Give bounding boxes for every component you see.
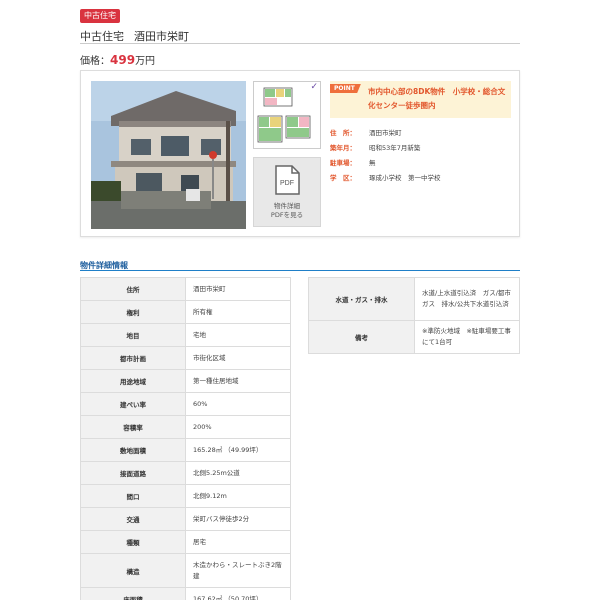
detail-value: 167.62㎡ （50.70坪） (185, 587, 291, 600)
summary-value: 無 (369, 159, 376, 167)
detail-key: 用途地域 (80, 369, 186, 393)
detail-key: 住所 (80, 277, 186, 301)
pdf-download-button[interactable]: PDF 物件詳細 PDFを見る (253, 157, 321, 227)
details-table-left: 住所 酒田市栄町 権利 所有権 地目 宅地 都市計画 市街化区域 用途地域 第一種住居地域 建ぺい率… (80, 277, 291, 600)
summary-value: 昭和53年7月新築 (369, 144, 421, 152)
pdf-icon: PDF (275, 165, 300, 195)
price-unit: 万円 (135, 56, 156, 67)
detail-value: 所有権 (185, 300, 291, 324)
price-label: 価格： (80, 56, 110, 67)
table-row: 床面積 167.62㎡ （50.70坪） (80, 587, 291, 600)
detail-value: 水道/上水道引込済 ガス/都市ガス 排水/公共下水道引込済 (414, 277, 520, 321)
table-row: 種類 居宅 (80, 530, 291, 554)
page-title: 中古住宅 酒田市栄町 (80, 28, 189, 44)
summary-key: 学 区： (330, 174, 356, 182)
detail-key: 敷地面積 (80, 438, 186, 462)
details-table-right: 水道・ガス・排水 水道/上水道引込済 ガス/都市ガス 排水/公共下水道引込済 備考 ※… (308, 277, 520, 354)
detail-key: 接面道路 (80, 461, 186, 485)
summary-key: 駐車場： (330, 159, 356, 167)
detail-value: 北側5.25m公道 (185, 461, 291, 485)
table-row: 水道・ガス・排水 水道/上水道引込済 ガス/都市ガス 排水/公共下水道引込済 (308, 277, 520, 321)
property-summary-card: ✓ PDF 物件詳細 PDFを見る POINT 市内中心部の8DK物件 小学校・… (80, 70, 520, 237)
table-row: 地目 宅地 (80, 323, 291, 347)
point-tag: POINT (330, 84, 361, 93)
detail-value: 第一種住居地域 (185, 369, 291, 393)
pdf-button-line2: PDFを見る (270, 211, 304, 219)
detail-key: 都市計画 (80, 346, 186, 370)
summary-row-address: 住 所： 酒田市栄町 (330, 126, 511, 141)
detail-value: 60% (185, 392, 291, 416)
detail-value: 栄町バス停徒歩2分 (185, 507, 291, 531)
detail-key: 交通 (80, 507, 186, 531)
table-row: 間口 北側9.12m (80, 484, 291, 508)
detail-key: 備考 (308, 320, 415, 354)
title-divider (80, 43, 520, 44)
detail-key: 種類 (80, 530, 186, 554)
price: 価格：499万円 (80, 52, 155, 67)
detail-value: 200% (185, 415, 291, 439)
detail-key: 地目 (80, 323, 186, 347)
detail-value: 宅地 (185, 323, 291, 347)
check-icon: ✓ (310, 82, 318, 92)
table-row: 敷地面積 165.28㎡ （49.99坪） (80, 438, 291, 462)
detail-value: 木造かわら・スレートぶき2階建 (185, 553, 291, 588)
table-row: 備考 ※準防火地域 ※駐車場要工事にて1台可 (308, 320, 520, 354)
summary-row-built: 築年月： 昭和53年7月新築 (330, 141, 511, 156)
detail-value: 市街化区域 (185, 346, 291, 370)
category-badge: 中古住宅 (80, 9, 120, 23)
detail-key: 間口 (80, 484, 186, 508)
detail-key: 水道・ガス・排水 (308, 277, 415, 321)
table-row: 容積率 200% (80, 415, 291, 439)
pdf-button-line1: 物件詳細 (274, 202, 300, 210)
summary-key: 住 所： (330, 129, 356, 137)
point-text: 市内中心部の8DK物件 小学校・総合文化センター徒歩圏内 (368, 87, 506, 110)
summary-info: 住 所： 酒田市栄町 築年月： 昭和53年7月新築 駐車場： 無 学 区： 琢成… (330, 126, 511, 186)
table-row: 構造 木造かわら・スレートぶき2階建 (80, 553, 291, 588)
table-row: 権利 所有権 (80, 300, 291, 324)
detail-value: ※準防火地域 ※駐車場要工事にて1台可 (414, 320, 520, 354)
point-box: POINT 市内中心部の8DK物件 小学校・総合文化センター徒歩圏内 (330, 81, 511, 118)
detail-key: 権利 (80, 300, 186, 324)
summary-value: 酒田市栄町 (369, 129, 402, 137)
property-photo[interactable] (91, 81, 246, 229)
detail-value: 165.28㎡ （49.99坪） (185, 438, 291, 462)
detail-value: 北側9.12m (185, 484, 291, 508)
table-row: 建ぺい率 60% (80, 392, 291, 416)
table-row: 都市計画 市街化区域 (80, 346, 291, 370)
table-row: 住所 酒田市栄町 (80, 277, 291, 301)
detail-key: 構造 (80, 553, 186, 588)
title-type: 中古住宅 (80, 30, 124, 43)
detail-value: 居宅 (185, 530, 291, 554)
detail-key: 床面積 (80, 587, 186, 600)
table-row: 接面道路 北側5.25m公道 (80, 461, 291, 485)
table-row: 用途地域 第一種住居地域 (80, 369, 291, 393)
price-value: 499 (110, 53, 136, 67)
section-underline (80, 270, 520, 271)
detail-value: 酒田市栄町 (185, 277, 291, 301)
detail-key: 建ぺい率 (80, 392, 186, 416)
floorplan-thumbnail[interactable]: ✓ (253, 81, 321, 149)
table-row: 交通 栄町バス停徒歩2分 (80, 507, 291, 531)
summary-value: 琢成小学校 第一中学校 (369, 174, 441, 182)
svg-text:PDF: PDF (280, 180, 294, 187)
summary-row-parking: 駐車場： 無 (330, 156, 511, 171)
summary-key: 築年月： (330, 144, 356, 152)
detail-key: 容積率 (80, 415, 186, 439)
title-address: 酒田市栄町 (134, 30, 189, 43)
summary-row-school: 学 区： 琢成小学校 第一中学校 (330, 171, 511, 186)
